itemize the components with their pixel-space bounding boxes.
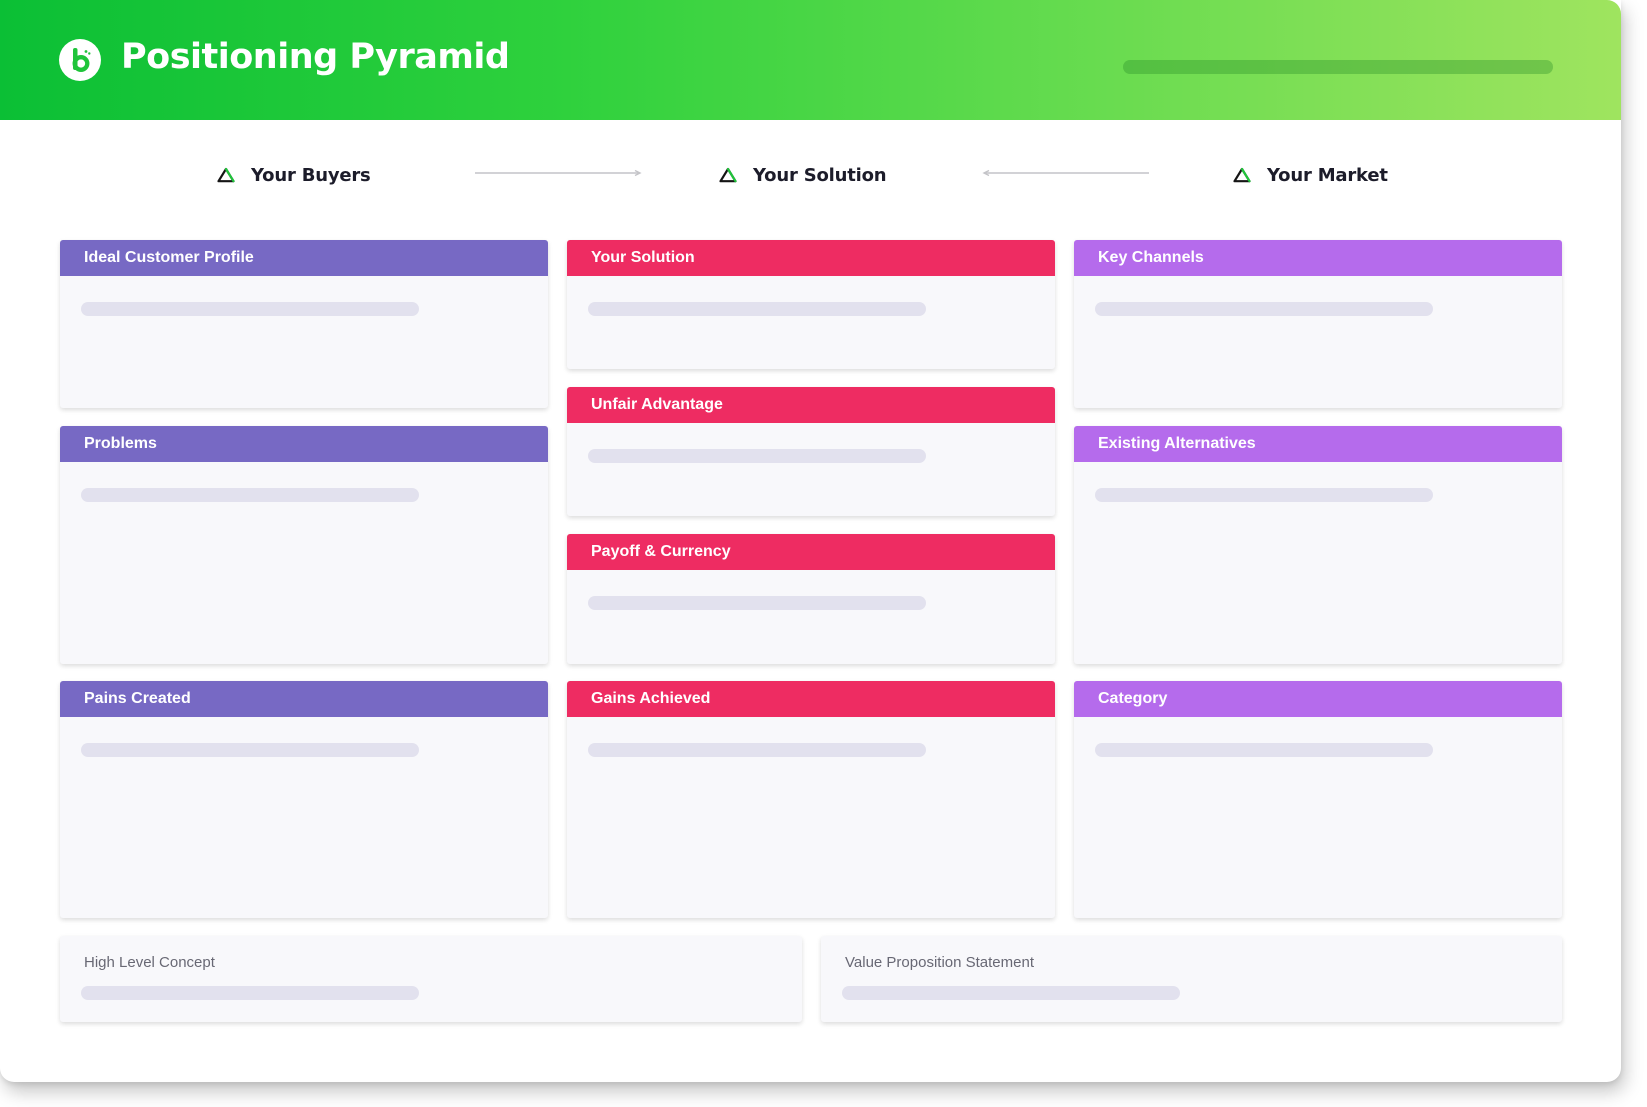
- header-banner: Positioning Pyramid: [0, 0, 1621, 120]
- text-placeholder: [1095, 302, 1433, 316]
- card-title: High Level Concept: [84, 954, 215, 971]
- arrow-right-icon: [475, 169, 642, 177]
- text-placeholder: [81, 986, 419, 1000]
- card-title: Key Channels: [1074, 240, 1562, 276]
- flow-label-solution: Your Solution: [753, 164, 887, 186]
- flow-step-solution: Your Solution: [719, 160, 887, 190]
- text-placeholder: [81, 488, 419, 502]
- text-placeholder: [1095, 488, 1433, 502]
- text-placeholder: [81, 743, 419, 757]
- card-value-proposition[interactable]: Value Proposition Statement: [821, 936, 1562, 1022]
- text-placeholder: [588, 302, 926, 316]
- header-placeholder-bar: [1123, 60, 1553, 74]
- card-pains-created[interactable]: Pains Created: [60, 681, 548, 918]
- card-your-solution[interactable]: Your Solution: [567, 240, 1055, 369]
- card-title: Payoff & Currency: [567, 534, 1055, 570]
- arrow-left-icon: [982, 169, 1149, 177]
- card-high-level-concept[interactable]: High Level Concept: [60, 936, 802, 1022]
- card-title: Your Solution: [567, 240, 1055, 276]
- triangle-outline-icon: [719, 167, 737, 183]
- card-unfair-advantage[interactable]: Unfair Advantage: [567, 387, 1055, 516]
- text-placeholder: [842, 986, 1180, 1000]
- flow-label-buyers: Your Buyers: [251, 164, 371, 186]
- flow-step-market: Your Market: [1233, 160, 1388, 190]
- triangle-outline-icon: [217, 167, 235, 183]
- card-category[interactable]: Category: [1074, 681, 1562, 918]
- text-placeholder: [81, 302, 419, 316]
- card-title: Category: [1074, 681, 1562, 717]
- flow-label-market: Your Market: [1267, 164, 1388, 186]
- card-gains-achieved[interactable]: Gains Achieved: [567, 681, 1055, 918]
- text-placeholder: [588, 449, 926, 463]
- card-problems[interactable]: Problems: [60, 426, 548, 664]
- text-placeholder: [588, 596, 926, 610]
- flow-step-buyers: Your Buyers: [217, 160, 371, 190]
- card-title: Pains Created: [60, 681, 548, 717]
- canvas-frame: Positioning Pyramid Your Buyers Your Sol…: [0, 0, 1621, 1082]
- card-title: Existing Alternatives: [1074, 426, 1562, 462]
- b-logo-icon: [59, 39, 101, 81]
- text-placeholder: [588, 743, 926, 757]
- card-existing-alternatives[interactable]: Existing Alternatives: [1074, 426, 1562, 664]
- page-title: Positioning Pyramid: [121, 37, 510, 77]
- triangle-outline-icon: [1233, 167, 1251, 183]
- card-ideal-customer-profile[interactable]: Ideal Customer Profile: [60, 240, 548, 408]
- card-payoff-currency[interactable]: Payoff & Currency: [567, 534, 1055, 664]
- card-title: Ideal Customer Profile: [60, 240, 548, 276]
- card-title: Problems: [60, 426, 548, 462]
- text-placeholder: [1095, 743, 1433, 757]
- card-title: Gains Achieved: [567, 681, 1055, 717]
- card-title: Value Proposition Statement: [845, 954, 1035, 971]
- card-title: Unfair Advantage: [567, 387, 1055, 423]
- card-key-channels[interactable]: Key Channels: [1074, 240, 1562, 408]
